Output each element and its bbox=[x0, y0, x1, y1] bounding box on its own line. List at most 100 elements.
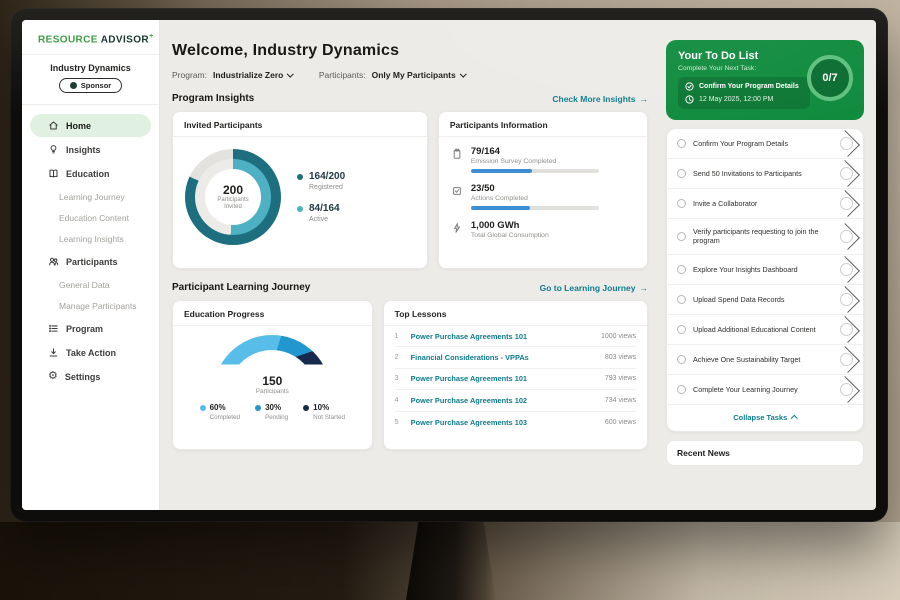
task-open-button[interactable] bbox=[840, 137, 853, 150]
sidebar-item-education-content[interactable]: Education Content bbox=[22, 207, 159, 228]
next-task-box: Confirm Your Program Details 12 May 2025… bbox=[678, 77, 810, 109]
next-task-due-row: 12 May 2025, 12:00 PM bbox=[685, 95, 803, 104]
task-row-send-invitations[interactable]: Send 50 Invitations to Participants bbox=[667, 159, 863, 189]
check-more-insights-link[interactable]: Check More Insights → bbox=[552, 94, 648, 104]
task-label: Upload Spend Data Records bbox=[693, 295, 833, 304]
task-checkbox[interactable] bbox=[677, 385, 686, 394]
lesson-link[interactable]: Power Purchase Agreements 102 bbox=[411, 396, 597, 405]
invited-card-body: 200 Participants Invited 164/200 bbox=[173, 137, 427, 257]
emission-survey-row: 79/164 Emission Survey Completed bbox=[451, 146, 635, 173]
task-checkbox[interactable] bbox=[677, 199, 686, 208]
invited-center-value: 200 bbox=[223, 183, 243, 197]
link-label: Check More Insights bbox=[552, 94, 635, 104]
todo-progress-ring: 0/7 bbox=[807, 55, 853, 101]
task-row-upload-spend-data[interactable]: Upload Spend Data Records bbox=[667, 285, 863, 315]
chevron-right-icon bbox=[833, 160, 860, 187]
monitor-stand bbox=[406, 520, 496, 600]
task-open-button[interactable] bbox=[840, 383, 853, 396]
chevron-right-icon bbox=[833, 346, 860, 373]
task-open-button[interactable] bbox=[840, 323, 853, 336]
task-row-achieve-target[interactable]: Achieve One Sustainability Target bbox=[667, 345, 863, 375]
task-row-confirm-program[interactable]: Confirm Your Program Details bbox=[667, 129, 863, 159]
lesson-link[interactable]: Power Purchase Agreements 103 bbox=[411, 418, 597, 427]
monitor-bezel: RESOURCE ADVISOR+ Industry Dynamics Spon… bbox=[10, 8, 888, 522]
card-title: Education Progress bbox=[173, 301, 372, 326]
task-row-verify-participants[interactable]: Verify participants requesting to join t… bbox=[667, 219, 863, 255]
actions-completed-value: 23/50 bbox=[471, 183, 599, 194]
sidebar-item-learning-journey[interactable]: Learning Journey bbox=[22, 186, 159, 207]
people-icon bbox=[48, 256, 59, 267]
task-checkbox[interactable] bbox=[677, 325, 686, 334]
sponsor-icon bbox=[70, 82, 77, 89]
sidebar-item-program[interactable]: Program bbox=[30, 317, 151, 340]
arrow-right-icon: → bbox=[640, 94, 649, 104]
program-filter-label: Program: bbox=[172, 70, 207, 80]
insights-cards-row: Invited Participants 200 Participants In… bbox=[172, 111, 648, 269]
sidebar-item-label: Learning Journey bbox=[59, 192, 125, 202]
lesson-rank: 1 bbox=[395, 333, 403, 340]
task-row-invite-collaborator[interactable]: Invite a Collaborator bbox=[667, 189, 863, 219]
sidebar-item-label: Insights bbox=[66, 145, 101, 155]
collapse-label: Collapse Tasks bbox=[733, 413, 787, 422]
lesson-rank: 5 bbox=[395, 419, 403, 426]
recent-news-title: Recent News bbox=[677, 448, 730, 458]
task-row-complete-learning-journey[interactable]: Complete Your Learning Journey bbox=[667, 375, 863, 405]
pending-pct: 30% bbox=[265, 403, 281, 412]
task-open-button[interactable] bbox=[840, 263, 853, 276]
chevron-right-icon bbox=[833, 286, 860, 313]
card-title: Participants Information bbox=[439, 112, 647, 137]
task-open-button[interactable] bbox=[840, 230, 853, 243]
sidebar-item-take-action[interactable]: Take Action bbox=[30, 341, 151, 364]
participants-filter-dropdown[interactable]: Only My Participants bbox=[372, 70, 466, 80]
emission-survey-value: 79/164 bbox=[471, 146, 599, 157]
list-icon bbox=[48, 323, 59, 334]
task-checkbox[interactable] bbox=[677, 139, 686, 148]
sidebar-nav: Home Insights Education Learning Journey… bbox=[22, 105, 159, 388]
sidebar-item-participants[interactable]: Participants bbox=[30, 250, 151, 273]
task-open-button[interactable] bbox=[840, 293, 853, 306]
pending-label: Pending bbox=[265, 414, 288, 421]
legend-dot bbox=[297, 174, 303, 180]
task-row-explore-insights[interactable]: Explore Your Insights Dashboard bbox=[667, 255, 863, 285]
lesson-link[interactable]: Power Purchase Agreements 101 bbox=[411, 332, 593, 341]
main-content: Welcome, Industry Dynamics Program: Indu… bbox=[160, 20, 662, 510]
sidebar-item-insights[interactable]: Insights bbox=[30, 138, 151, 161]
gauge-center: 150 Participants bbox=[213, 374, 331, 394]
task-open-button[interactable] bbox=[840, 353, 853, 366]
task-row-upload-educational-content[interactable]: Upload Additional Educational Content bbox=[667, 315, 863, 345]
collapse-tasks-link[interactable]: Collapse Tasks bbox=[667, 405, 863, 431]
progress-fill bbox=[471, 206, 530, 210]
sidebar-item-label: Education bbox=[66, 169, 110, 179]
sidebar-item-manage-participants[interactable]: Manage Participants bbox=[22, 295, 159, 316]
task-checkbox[interactable] bbox=[677, 265, 686, 274]
sidebar-item-home[interactable]: Home bbox=[30, 114, 151, 137]
chevron-right-icon bbox=[833, 223, 860, 250]
education-gauge-chart: 150 Participants bbox=[213, 335, 331, 394]
task-checkbox[interactable] bbox=[677, 355, 686, 364]
task-label: Achieve One Sustainability Target bbox=[693, 355, 833, 364]
sidebar-item-label: Program bbox=[66, 324, 103, 334]
go-to-learning-journey-link[interactable]: Go to Learning Journey → bbox=[540, 283, 648, 293]
download-icon bbox=[48, 347, 59, 358]
sidebar-item-label: Learning Insights bbox=[59, 234, 124, 244]
task-open-button[interactable] bbox=[840, 197, 853, 210]
task-open-button[interactable] bbox=[840, 167, 853, 180]
sidebar-item-settings[interactable]: ⚙ Settings bbox=[30, 365, 151, 388]
next-task-label: Confirm Your Program Details bbox=[699, 83, 799, 90]
lesson-link[interactable]: Power Purchase Agreements 101 bbox=[411, 374, 597, 383]
task-checkbox[interactable] bbox=[677, 232, 686, 241]
card-title: Invited Participants bbox=[173, 112, 427, 137]
consumption-label: Total Global Consumption bbox=[471, 232, 549, 239]
sidebar-item-learning-insights[interactable]: Learning Insights bbox=[22, 228, 159, 249]
sidebar-item-education[interactable]: Education bbox=[30, 162, 151, 185]
lesson-row: 3 Power Purchase Agreements 101 793 view… bbox=[395, 369, 636, 390]
program-filter-dropdown[interactable]: Industrialize Zero bbox=[213, 70, 293, 80]
sidebar-item-label: Home bbox=[66, 121, 91, 131]
sidebar-item-general-data[interactable]: General Data bbox=[22, 274, 159, 295]
task-checkbox[interactable] bbox=[677, 169, 686, 178]
active-value: 84/164 bbox=[309, 203, 340, 214]
invited-donut-center: 200 Participants Invited bbox=[205, 169, 261, 225]
task-checkbox[interactable] bbox=[677, 295, 686, 304]
photo-background: RESOURCE ADVISOR+ Industry Dynamics Spon… bbox=[0, 0, 900, 600]
lesson-link[interactable]: Financial Considerations - VPPAs bbox=[411, 353, 597, 362]
